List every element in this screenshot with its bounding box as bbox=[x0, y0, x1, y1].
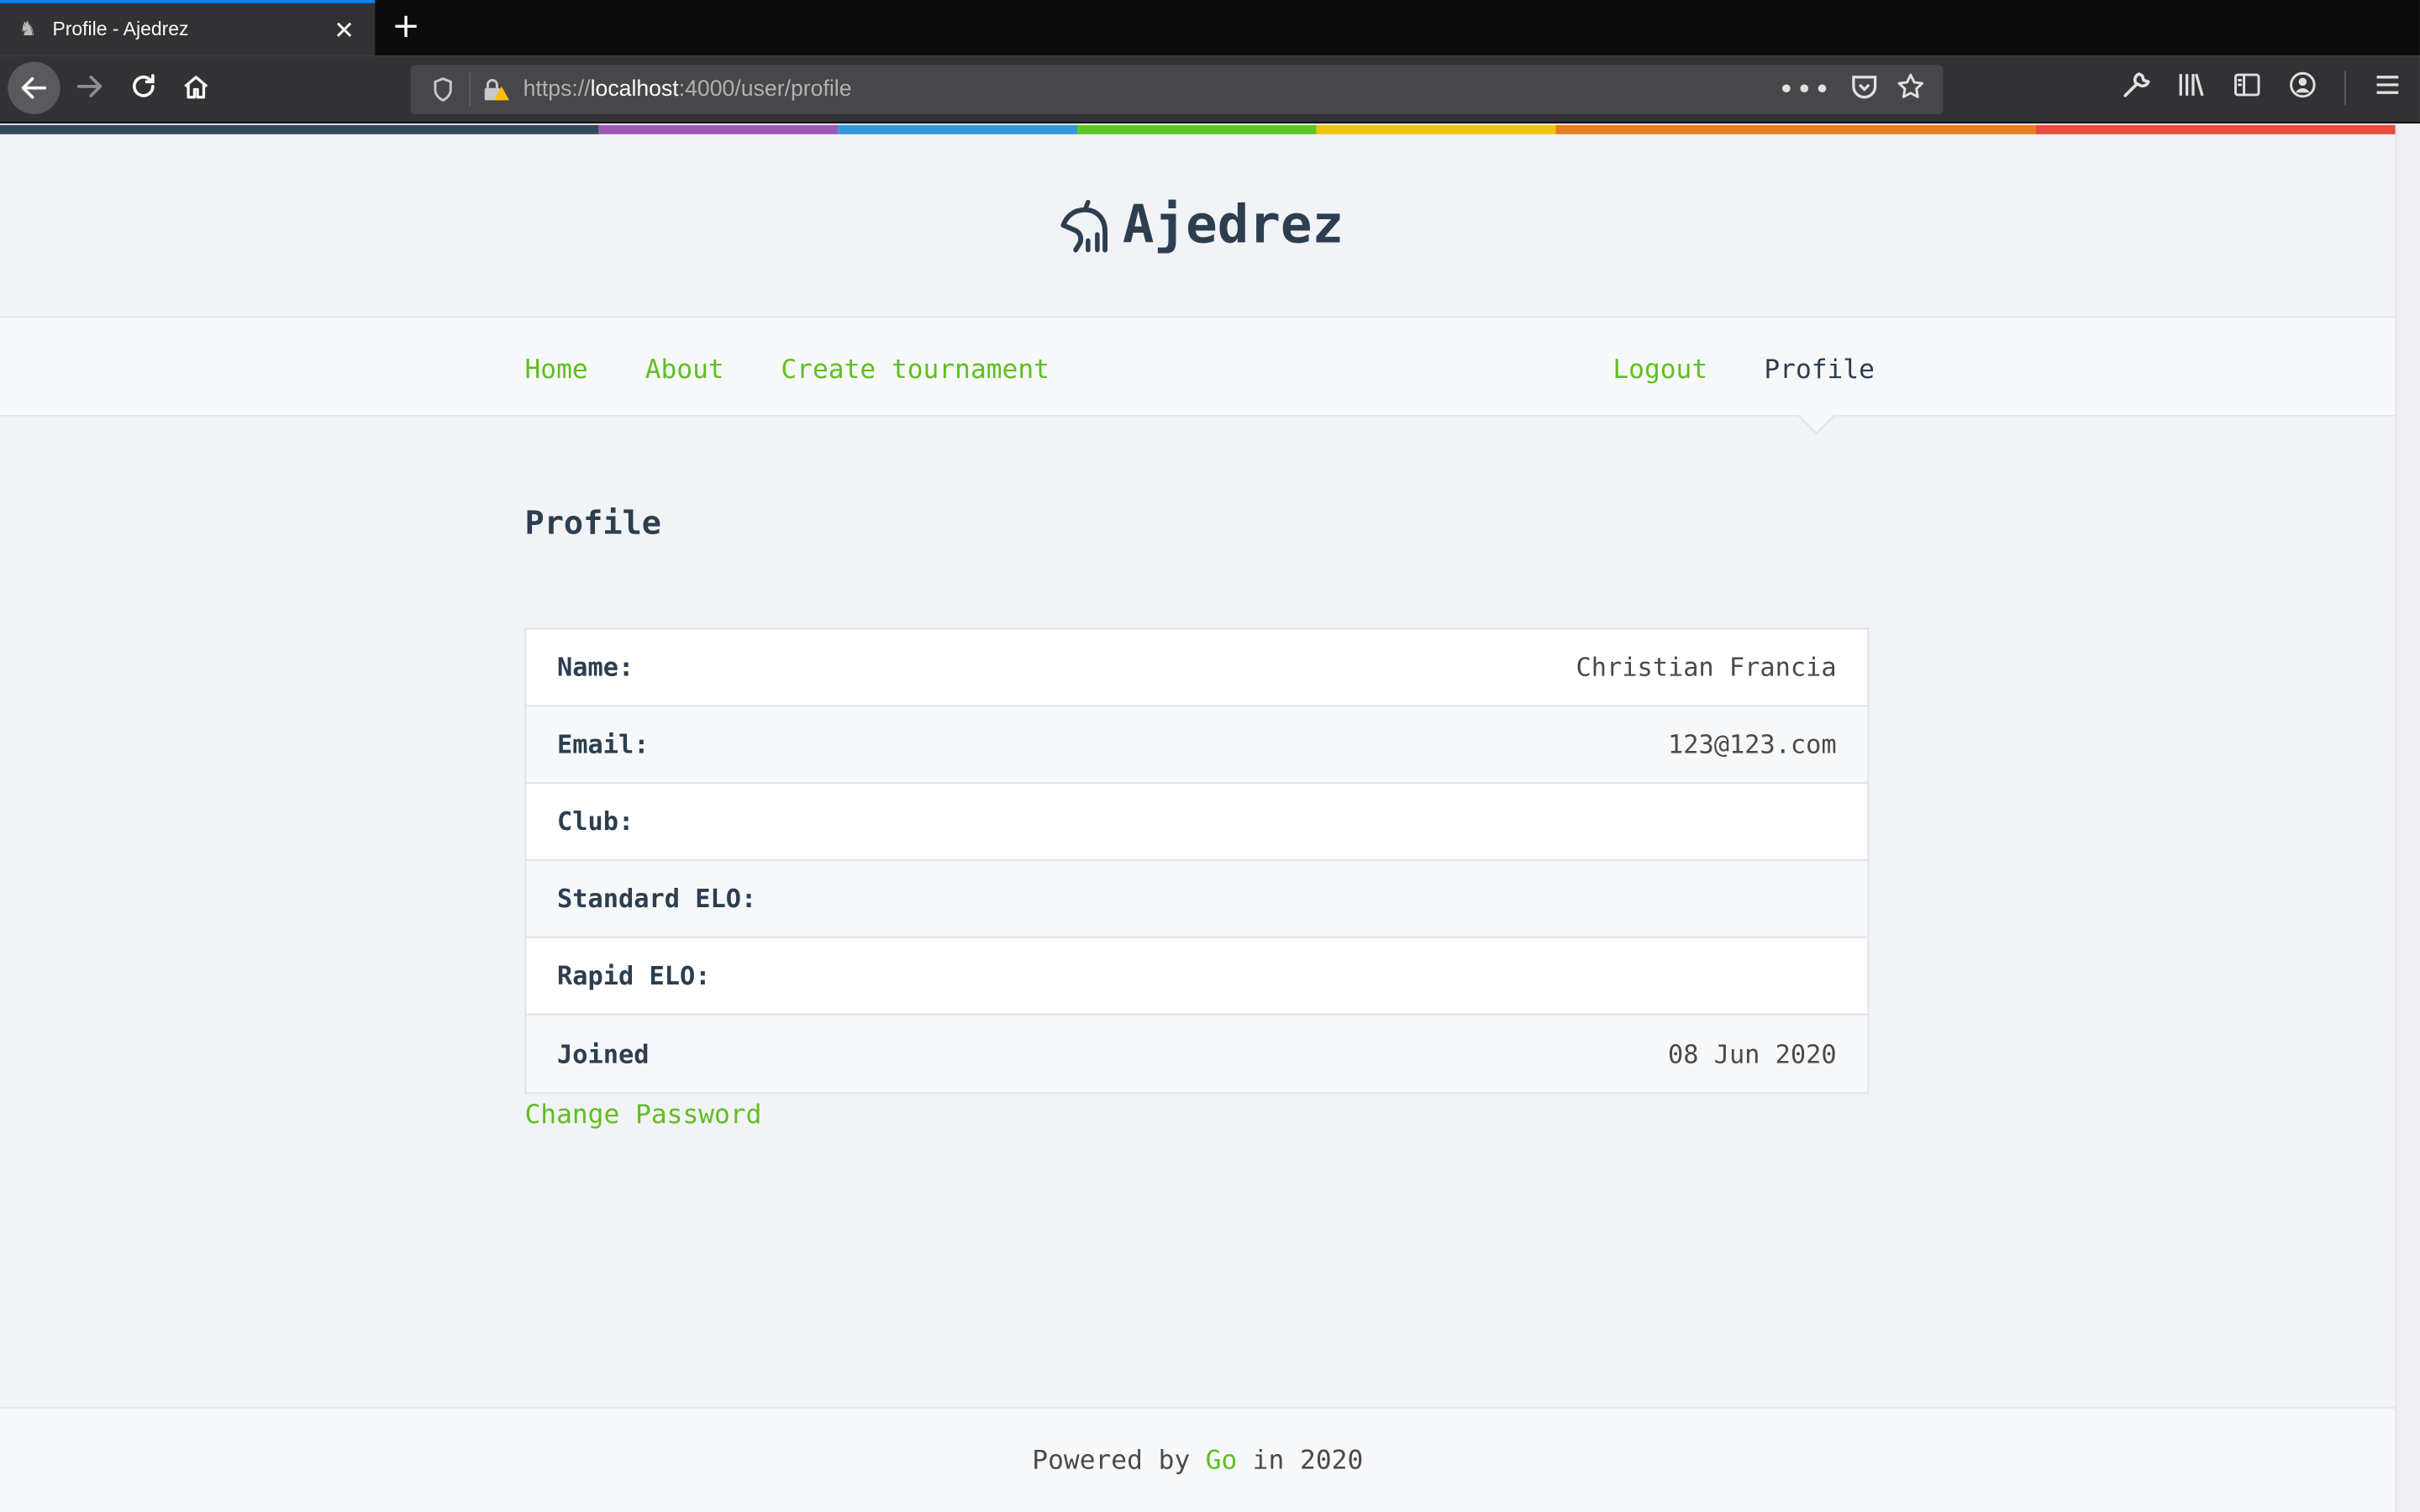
back-arrow-icon[interactable] bbox=[8, 61, 60, 114]
profile-row-club: Club: bbox=[526, 784, 1868, 861]
toolbar-separator bbox=[2344, 71, 2346, 105]
bookmark-star-icon[interactable] bbox=[1897, 72, 1924, 106]
main-menu: Home About Create tournament Logout Prof… bbox=[0, 316, 2396, 435]
browser-tab[interactable]: ♞ Profile - Ajedrez ✕ bbox=[0, 0, 376, 56]
new-tab-icon[interactable]: + bbox=[387, 6, 424, 49]
nav-logout-link[interactable]: Logout bbox=[1612, 354, 1707, 386]
rainbow-segment bbox=[1555, 124, 2036, 134]
page-title: Profile bbox=[524, 504, 662, 542]
sidebar-icon[interactable] bbox=[2233, 71, 2261, 104]
nav-create-tournament-link[interactable]: Create tournament bbox=[781, 354, 1050, 386]
url-path: :4000/user/profile bbox=[678, 76, 852, 102]
browser-tab-bar: ♞ Profile - Ajedrez ✕ + bbox=[0, 0, 2420, 56]
rainbow-top-bar bbox=[0, 124, 2396, 134]
active-nav-caret bbox=[1799, 415, 1833, 433]
field-label: Rapid ELO: bbox=[557, 961, 711, 991]
site-logo[interactable]: Ajedrez bbox=[1051, 192, 1344, 260]
account-icon[interactable] bbox=[2289, 71, 2317, 104]
site-name: Ajedrez bbox=[1122, 194, 1344, 256]
page-actions-menu-icon[interactable]: ••• bbox=[1778, 73, 1832, 106]
field-value: Christian Francia bbox=[1576, 652, 1837, 682]
field-label: Club: bbox=[557, 806, 634, 837]
tracking-shield-icon[interactable] bbox=[423, 77, 463, 102]
tab-close-icon[interactable]: ✕ bbox=[329, 14, 360, 44]
address-bar[interactable]: https://localhost:4000/user/profile ••• bbox=[410, 65, 1944, 114]
nav-about-link[interactable]: About bbox=[645, 354, 724, 386]
profile-row-joined: Joined 08 Jun 2020 bbox=[526, 1015, 1868, 1093]
footer-suffix: in 2020 bbox=[1252, 1445, 1364, 1476]
browser-toolbar: https://localhost:4000/user/profile ••• bbox=[0, 55, 2420, 123]
field-label: Name: bbox=[557, 652, 634, 682]
site-footer: Powered by Go in 2020 bbox=[0, 1407, 2396, 1512]
rainbow-segment bbox=[598, 124, 839, 134]
url-separator bbox=[469, 72, 471, 107]
insecure-lock-warning-icon[interactable] bbox=[477, 77, 518, 102]
profile-table: Name: Christian Francia Email: 123@123.c… bbox=[524, 627, 1870, 1095]
field-value: 123@123.com bbox=[1667, 729, 1837, 759]
url-text[interactable]: https://localhost:4000/user/profile bbox=[523, 77, 1778, 102]
change-password-link[interactable]: Change Password bbox=[524, 1100, 761, 1131]
knight-logo-icon bbox=[1061, 199, 1108, 253]
pocket-icon[interactable] bbox=[1850, 72, 1878, 106]
tab-title: Profile - Ajedrez bbox=[52, 18, 189, 40]
rainbow-segment bbox=[2035, 124, 2396, 134]
page-viewport: Ajedrez Home About Create tournament Log… bbox=[0, 124, 2396, 1512]
toolbar-right bbox=[2122, 71, 2402, 105]
field-label: Email: bbox=[557, 729, 650, 759]
rainbow-segment bbox=[0, 124, 599, 134]
site-header: Ajedrez bbox=[0, 134, 2396, 317]
url-host: localhost bbox=[590, 76, 679, 102]
hamburger-menu-icon[interactable] bbox=[2374, 71, 2402, 104]
library-icon[interactable] bbox=[2178, 71, 2206, 104]
page-scrollbar[interactable] bbox=[2395, 124, 2420, 1512]
nav-profile-link[interactable]: Profile bbox=[1764, 354, 1875, 386]
wrench-icon[interactable] bbox=[2122, 71, 2151, 104]
url-scheme: https:// bbox=[523, 76, 591, 102]
home-icon[interactable] bbox=[171, 61, 221, 111]
nav-home-link[interactable]: Home bbox=[524, 354, 587, 386]
profile-row-standard-elo: Standard ELO: bbox=[526, 860, 1868, 938]
footer-prefix: Powered by bbox=[1032, 1445, 1191, 1476]
rainbow-segment bbox=[1077, 124, 1317, 134]
field-label: Joined bbox=[557, 1039, 650, 1068]
profile-row-email: Email: 123@123.com bbox=[526, 706, 1868, 785]
reload-icon[interactable] bbox=[118, 61, 168, 111]
rainbow-segment bbox=[838, 124, 1078, 134]
footer-go-link[interactable]: Go bbox=[1206, 1445, 1238, 1476]
field-value: 08 Jun 2020 bbox=[1667, 1039, 1837, 1068]
rainbow-segment bbox=[1316, 124, 1556, 134]
profile-row-rapid-elo: Rapid ELO: bbox=[526, 938, 1868, 1016]
forward-arrow-icon[interactable] bbox=[65, 61, 114, 111]
field-label: Standard ELO: bbox=[557, 884, 757, 914]
profile-row-name: Name: Christian Francia bbox=[526, 629, 1868, 707]
chess-knight-favicon-icon: ♞ bbox=[18, 18, 37, 41]
